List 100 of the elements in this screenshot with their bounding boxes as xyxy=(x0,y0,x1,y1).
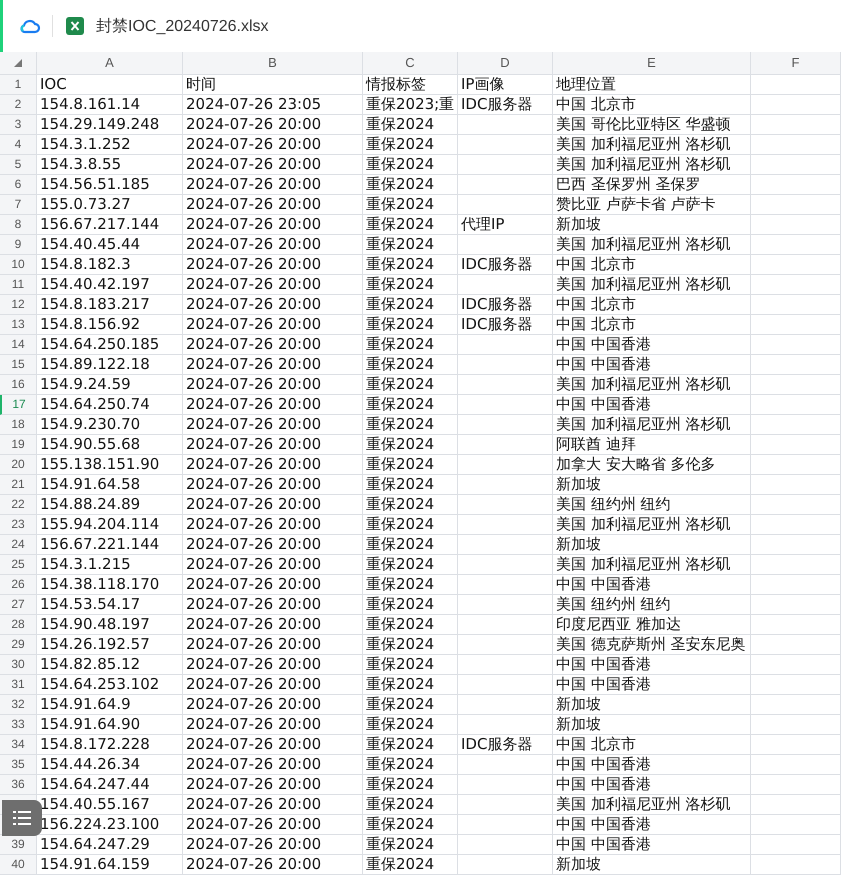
row-header[interactable]: 15 xyxy=(0,355,37,375)
column-header[interactable]: B xyxy=(183,52,363,75)
row-header[interactable]: 40 xyxy=(0,855,37,875)
table-cell: 154.40.45.44 xyxy=(37,235,183,255)
table-cell: 155.138.151.90 xyxy=(37,455,183,475)
table-cell: 巴西 圣保罗州 圣保罗 xyxy=(553,175,751,195)
table-cell: 中国 北京市 xyxy=(553,255,751,275)
row-header[interactable]: 29 xyxy=(0,635,37,655)
table-cell: 2024-07-26 20:00 xyxy=(183,135,363,155)
row-header[interactable]: 13 xyxy=(0,315,37,335)
table-cell: 2024-07-26 20:00 xyxy=(183,475,363,495)
row-header[interactable]: 31 xyxy=(0,675,37,695)
column-header[interactable]: E xyxy=(553,52,751,75)
table-cell: 2024-07-26 20:00 xyxy=(183,815,363,835)
row-header[interactable]: 16 xyxy=(0,375,37,395)
row-header[interactable]: 14 xyxy=(0,335,37,355)
row-header[interactable]: 22 xyxy=(0,495,37,515)
row-header[interactable]: 6 xyxy=(0,175,37,195)
table-cell: 新加坡 xyxy=(553,715,751,735)
table-cell: 154.8.156.92 xyxy=(37,315,183,335)
table-cell: 重保2024 xyxy=(363,795,458,815)
table-cell: 美国 加利福尼亚州 洛杉矶 xyxy=(553,375,751,395)
row-header[interactable]: 26 xyxy=(0,575,37,595)
table-cell: 2024-07-26 20:00 xyxy=(183,315,363,335)
row-header[interactable]: 21 xyxy=(0,475,37,495)
table-cell: 2024-07-26 20:00 xyxy=(183,655,363,675)
table-cell: 加拿大 安大略省 多伦多 xyxy=(553,455,751,475)
file-title: 封禁IOC_20240726.xlsx xyxy=(96,16,269,36)
table-cell: 重保2024 xyxy=(363,195,458,215)
cloud-icon[interactable] xyxy=(19,18,41,34)
table-cell: 美国 纽约州 纽约 xyxy=(553,595,751,615)
row-header[interactable]: 33 xyxy=(0,715,37,735)
table-cell: 印度尼西亚 雅加达 xyxy=(553,615,751,635)
row-header[interactable]: 5 xyxy=(0,155,37,175)
table-cell: 154.91.64.159 xyxy=(37,855,183,875)
table-cell: 2024-07-26 20:00 xyxy=(183,415,363,435)
row-header[interactable]: 8 xyxy=(0,215,37,235)
floating-menu[interactable] xyxy=(2,800,42,836)
table-cell: 重保2024 xyxy=(363,375,458,395)
column-header[interactable]: F xyxy=(751,52,841,75)
column-header[interactable]: A xyxy=(37,52,183,75)
row-header[interactable]: 11 xyxy=(0,275,37,295)
table-cell: 中国 北京市 xyxy=(553,735,751,755)
table-cell: 中国 中国香港 xyxy=(553,395,751,415)
table-cell: 2024-07-26 20:00 xyxy=(183,115,363,135)
table-cell: 重保2024 xyxy=(363,555,458,575)
row-header[interactable]: 10 xyxy=(0,255,37,275)
table-cell: 2024-07-26 20:00 xyxy=(183,375,363,395)
select-all-icon[interactable] xyxy=(14,59,22,67)
table-cell: 2024-07-26 20:00 xyxy=(183,635,363,655)
table-cell: 2024-07-26 20:00 xyxy=(183,795,363,815)
table-cell: 重保2024 xyxy=(363,855,458,875)
row-header[interactable]: 7 xyxy=(0,195,37,215)
table-cell: 154.8.161.14 xyxy=(37,95,183,115)
row-header[interactable]: 17 xyxy=(0,395,37,415)
row-header[interactable]: 12 xyxy=(0,295,37,315)
row-header[interactable]: 30 xyxy=(0,655,37,675)
table-cell: 154.91.64.58 xyxy=(37,475,183,495)
column-header[interactable]: D xyxy=(458,52,553,75)
row-header[interactable]: 24 xyxy=(0,535,37,555)
row-header[interactable]: 20 xyxy=(0,455,37,475)
row-header[interactable]: 36 xyxy=(0,775,37,795)
row-header[interactable]: 27 xyxy=(0,595,37,615)
table-cell: 中国 中国香港 xyxy=(553,355,751,375)
table-cell: 2024-07-26 20:00 xyxy=(183,435,363,455)
row-header[interactable]: 28 xyxy=(0,615,37,635)
table-cell: 重保2024 xyxy=(363,595,458,615)
table-cell: 美国 哥伦比亚特区 华盛顿 xyxy=(553,115,751,135)
table-cell: 156.67.221.144 xyxy=(37,535,183,555)
table-cell: 美国 加利福尼亚州 洛杉矶 xyxy=(553,155,751,175)
table-cell: 156.67.217.144 xyxy=(37,215,183,235)
row-header[interactable]: 32 xyxy=(0,695,37,715)
table-cell: 重保2024 xyxy=(363,735,458,755)
row-header[interactable]: 39 xyxy=(0,835,37,855)
row-header[interactable]: 4 xyxy=(0,135,37,155)
table-cell: 重保2024 xyxy=(363,635,458,655)
row-header[interactable]: 19 xyxy=(0,435,37,455)
table-cell: 重保2024 xyxy=(363,775,458,795)
table-cell: 重保2024 xyxy=(363,515,458,535)
row-header[interactable]: 25 xyxy=(0,555,37,575)
row-header[interactable]: 35 xyxy=(0,755,37,775)
row-header[interactable]: 23 xyxy=(0,515,37,535)
table-cell: 154.26.192.57 xyxy=(37,635,183,655)
table-cell: 2024-07-26 20:00 xyxy=(183,575,363,595)
table-cell: 中国 北京市 xyxy=(553,95,751,115)
row-header[interactable]: 3 xyxy=(0,115,37,135)
row-header[interactable]: 34 xyxy=(0,735,37,755)
row-header[interactable]: 9 xyxy=(0,235,37,255)
row-header[interactable]: 1 xyxy=(0,75,37,95)
table-cell: 2024-07-26 20:00 xyxy=(183,595,363,615)
row-header[interactable]: 2 xyxy=(0,95,37,115)
row-header[interactable]: 18 xyxy=(0,415,37,435)
column-header[interactable]: C xyxy=(363,52,458,75)
table-cell: 中国 中国香港 xyxy=(553,755,751,775)
table-cell: 赞比亚 卢萨卡省 卢萨卡 xyxy=(553,195,751,215)
table-cell: 154.64.247.44 xyxy=(37,775,183,795)
table-cell: 154.3.1.252 xyxy=(37,135,183,155)
table-cell: 美国 加利福尼亚州 洛杉矶 xyxy=(553,555,751,575)
table-cell: 154.82.85.12 xyxy=(37,655,183,675)
table-cell: 中国 中国香港 xyxy=(553,335,751,355)
